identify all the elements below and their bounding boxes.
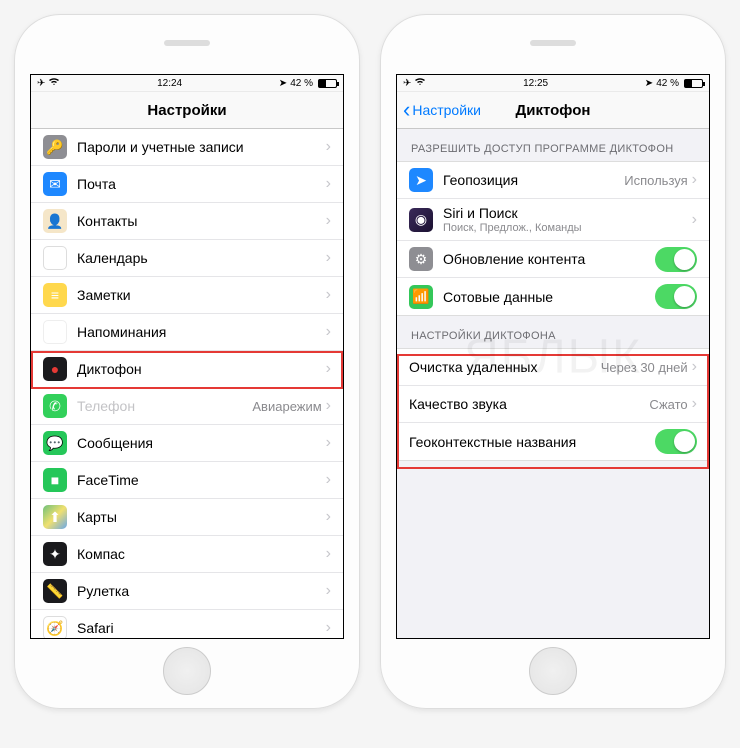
back-button[interactable]: ‹ Настройки [403,92,481,128]
battery-text: 42 % [656,78,679,89]
chevron-right-icon: › [692,171,697,189]
chevron-right-icon: › [692,395,697,413]
section-header-access: РАЗРЕШИТЬ ДОСТУП ПРОГРАММЕ ДИКТОФОН [397,129,709,161]
row-voice-memos[interactable]: ● Диктофон › [31,351,343,388]
row-cellular[interactable]: 📶 Сотовые данные [397,278,709,315]
row-calendar[interactable]: ▦ Календарь › [31,240,343,277]
row-clear-deleted[interactable]: Очистка удаленных Через 30 дней › [397,349,709,386]
chevron-right-icon: › [326,175,331,193]
row-siri[interactable]: ◉ Siri и Поиск Поиск, Предлож., Команды … [397,199,709,241]
notes-icon: ≡ [43,283,67,307]
chevron-right-icon: › [326,471,331,489]
facetime-icon: ■ [43,468,67,492]
status-time: 12:25 [523,78,548,89]
mail-icon: ✉ [43,172,67,196]
chevron-right-icon: › [326,360,331,378]
page-title: Настройки [147,102,226,119]
chevron-right-icon: › [326,323,331,341]
row-reminders[interactable]: ⋮ Напоминания › [31,314,343,351]
row-compass[interactable]: ✦ Компас › [31,536,343,573]
row-passwords[interactable]: 🔑 Пароли и учетные записи › [31,129,343,166]
screen-left: ✈ 12:24 ➤ 42 % Настройки 🔑 Парол [30,74,344,639]
battery-text: 42 % [290,78,313,89]
row-contacts[interactable]: 👤 Контакты › [31,203,343,240]
chevron-right-icon: › [326,545,331,563]
row-phone[interactable]: ✆ Телефон Авиарежим › [31,388,343,425]
chevron-right-icon: › [326,619,331,637]
row-location[interactable]: ➤ Геопозиция Используя › [397,162,709,199]
row-measure[interactable]: 📏 Рулетка › [31,573,343,610]
compass-icon: ✦ [43,542,67,566]
wifi-icon [414,77,426,89]
siri-icon: ◉ [409,208,433,232]
status-bar: ✈ 12:25 ➤ 42 % [397,75,709,92]
row-maps[interactable]: ⬆ Карты › [31,499,343,536]
messages-icon: 💬 [43,431,67,455]
row-location-names[interactable]: Геоконтекстные названия [397,423,709,460]
chevron-right-icon: › [326,434,331,452]
nav-bar: ‹ Настройки Диктофон [397,92,709,129]
location-arrow-icon: ➤ [409,168,433,192]
chevron-right-icon: › [326,212,331,230]
safari-icon: 🧭 [43,616,67,639]
chevron-right-icon: › [692,358,697,376]
section-header-settings: НАСТРОЙКИ ДИКТОФОНА [397,316,709,348]
key-icon: 🔑 [43,135,67,159]
contacts-icon: 👤 [43,209,67,233]
chevron-right-icon: › [326,249,331,267]
toggle-cellular[interactable] [655,284,697,309]
cellular-icon: 📶 [409,285,433,309]
wifi-icon [48,77,60,89]
phone-left: ✈ 12:24 ➤ 42 % Настройки 🔑 Парол [14,14,360,709]
settings-list: 🔑 Пароли и учетные записи › ✉ Почта › 👤 … [31,129,343,639]
row-notes[interactable]: ≡ Заметки › [31,277,343,314]
status-time: 12:24 [157,78,182,89]
toggle-background-refresh[interactable] [655,247,697,272]
status-bar: ✈ 12:24 ➤ 42 % [31,75,343,92]
row-audio-quality[interactable]: Качество звука Сжато › [397,386,709,423]
page-title: Диктофон [516,102,591,119]
phone-icon: ✆ [43,394,67,418]
chevron-right-icon: › [326,582,331,600]
measure-icon: 📏 [43,579,67,603]
voice-memo-settings-list: Очистка удаленных Через 30 дней › Качест… [397,348,709,461]
airplane-icon: ✈ [403,78,411,89]
row-safari[interactable]: 🧭 Safari › [31,610,343,639]
row-facetime[interactable]: ■ FaceTime › [31,462,343,499]
row-messages[interactable]: 💬 Сообщения › [31,425,343,462]
airplane-icon: ✈ [37,78,45,89]
nav-bar: Настройки [31,92,343,129]
row-background-refresh[interactable]: ⚙ Обновление контента [397,241,709,278]
calendar-icon: ▦ [43,246,67,270]
reminders-icon: ⋮ [43,320,67,344]
phone-right: ✈ 12:25 ➤ 42 % ‹ Настройки Диктофон [380,14,726,709]
location-icon: ➤ [645,78,653,89]
location-icon: ➤ [279,78,287,89]
gear-icon: ⚙ [409,247,433,271]
chevron-right-icon: › [326,138,331,156]
chevron-right-icon: › [326,286,331,304]
row-mail[interactable]: ✉ Почта › [31,166,343,203]
battery-icon [684,79,703,88]
chevron-right-icon: › [326,397,331,415]
maps-icon: ⬆ [43,505,67,529]
access-list: ➤ Геопозиция Используя › ◉ Siri и Поиск … [397,161,709,316]
chevron-right-icon: › [326,508,331,526]
screen-right: ✈ 12:25 ➤ 42 % ‹ Настройки Диктофон [396,74,710,639]
toggle-location-names[interactable] [655,429,697,454]
chevron-right-icon: › [692,211,697,229]
battery-icon [318,79,337,88]
voice-memos-icon: ● [43,357,67,381]
